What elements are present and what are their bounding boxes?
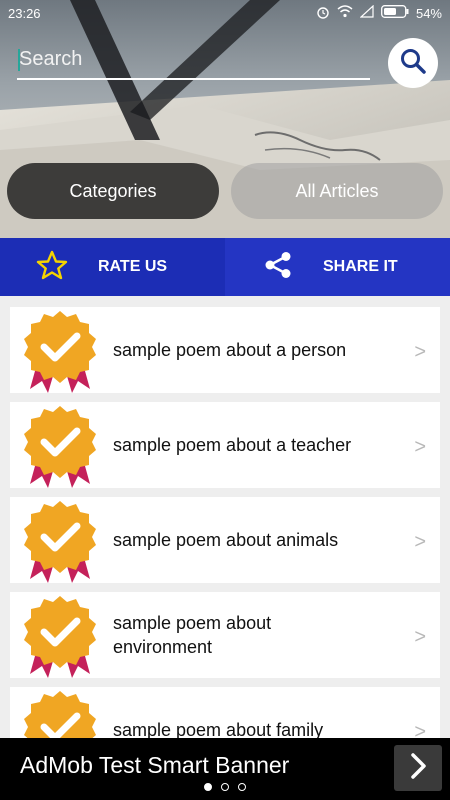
status-time: 23:26 (8, 5, 41, 21)
badge-check-icon (18, 594, 102, 683)
list-item[interactable]: sample poem about a teacher > (10, 402, 440, 488)
rate-us-button[interactable]: RATE US (0, 238, 225, 296)
battery-level: 54% (415, 5, 442, 21)
search-button[interactable] (388, 38, 438, 88)
chevron-right-icon: > (414, 626, 426, 648)
search-input[interactable] (17, 40, 370, 78)
share-icon (263, 251, 293, 284)
ad-text: AdMob Test Smart Banner (20, 752, 290, 778)
categories-button[interactable]: Categories (7, 163, 219, 219)
chevron-right-icon: > (414, 341, 426, 363)
list-item[interactable]: sample poem about a person > (10, 307, 440, 393)
share-it-button[interactable]: SHARE IT (225, 238, 450, 296)
article-title: sample poem about environment (113, 613, 272, 657)
status-bar: 23:26 54% (0, 0, 450, 26)
badge-check-icon (18, 499, 102, 588)
search-field[interactable] (17, 40, 370, 80)
signal-icon (359, 4, 374, 21)
badge-check-icon (18, 404, 102, 493)
article-list: sample poem about a person > sample poem… (10, 307, 440, 782)
chevron-right-icon: > (414, 436, 426, 458)
action-bar: RATE US SHARE IT (0, 238, 450, 296)
page-dot (204, 783, 212, 791)
all-articles-label: All Articles (295, 180, 379, 201)
chevron-right-icon: > (414, 531, 426, 553)
page-dot (238, 783, 246, 791)
all-articles-button[interactable]: All Articles (231, 163, 443, 219)
page-dot (221, 783, 229, 791)
star-icon (36, 250, 68, 285)
article-title: sample poem about a teacher (113, 435, 352, 455)
article-title: sample poem about a person (113, 340, 347, 360)
wifi-icon (337, 5, 353, 21)
list-item[interactable]: sample poem about animals > (10, 497, 440, 583)
alarm-icon (316, 5, 330, 22)
search-icon (399, 47, 427, 80)
categories-label: Categories (69, 180, 157, 201)
badge-check-icon (18, 309, 102, 398)
text-cursor (18, 49, 20, 71)
article-title: sample poem about animals (113, 530, 339, 550)
battery-icon (381, 5, 409, 21)
chevron-right-icon (408, 752, 428, 785)
list-item[interactable]: sample poem about environment > (10, 592, 440, 678)
page-indicator (0, 783, 450, 791)
rate-us-label: RATE US (98, 258, 168, 275)
share-it-label: SHARE IT (323, 258, 398, 275)
